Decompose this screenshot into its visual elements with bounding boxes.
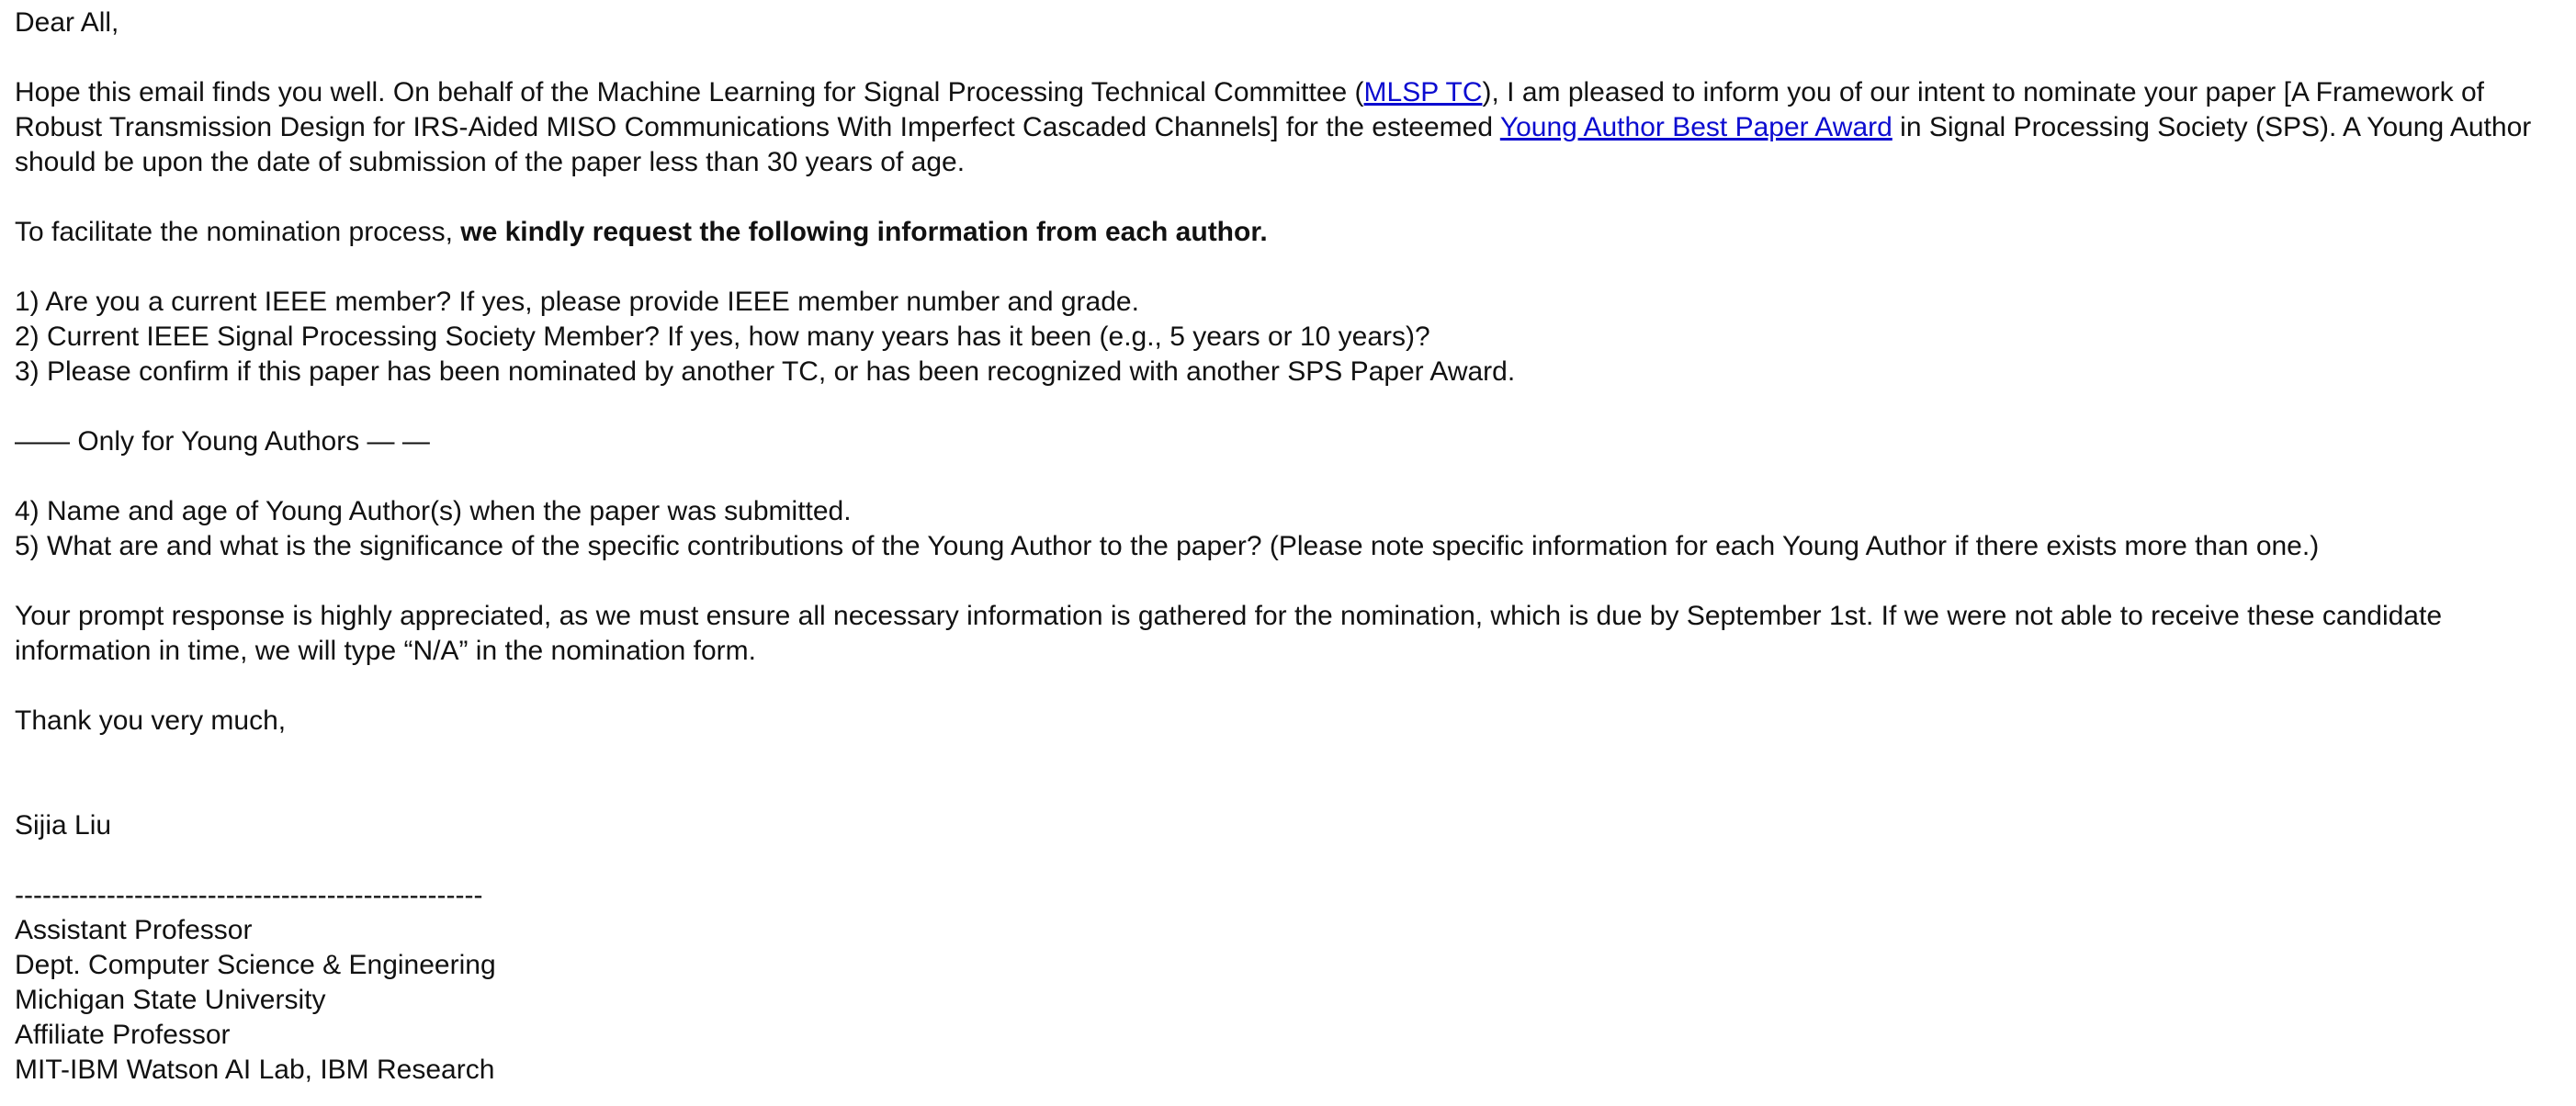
request-bold-text: we kindly request the following informat… (460, 217, 1268, 247)
signature-university: Michigan State University (15, 985, 326, 1015)
signature-department: Dept. Computer Science & Engineering (15, 950, 496, 980)
intro-text-1: Hope this email finds you well. On behal… (15, 77, 1364, 107)
request-text: To facilitate the nomination process, (15, 217, 461, 247)
mlsp-tc-link[interactable]: MLSP TC (1364, 77, 1483, 107)
question-item-5: 5) What are and what is the significance… (15, 531, 2320, 561)
signature-title: Assistant Professor (15, 915, 253, 945)
signature-affiliate-title: Affiliate Professor (15, 1020, 231, 1050)
closing: Thank you very much, (15, 705, 287, 736)
question-item-2: 2) Current IEEE Signal Processing Societ… (15, 322, 1430, 352)
question-item-3: 3) Please confirm if this paper has been… (15, 356, 1516, 387)
email-body: Dear All, Hope this email finds you well… (15, 6, 2561, 1088)
intro-paragraph: Hope this email finds you well. On behal… (15, 75, 2561, 180)
question-item-4: 4) Name and age of Young Author(s) when … (15, 496, 852, 526)
signature-name: Sijia Liu (15, 810, 112, 841)
young-author-award-link[interactable]: Young Author Best Paper Award (1500, 112, 1892, 142)
young-authors-divider: —— Only for Young Authors — — (15, 426, 430, 457)
signature-affiliate-lab: MIT-IBM Watson AI Lab, IBM Research (15, 1055, 495, 1085)
greeting: Dear All, (15, 7, 119, 38)
question-item-1: 1) Are you a current IEEE member? If yes… (15, 287, 1139, 317)
response-note: Your prompt response is highly appreciat… (15, 601, 2450, 666)
signature-separator: ----------------------------------------… (15, 880, 483, 910)
request-paragraph: To facilitate the nomination process, we… (15, 215, 2561, 250)
